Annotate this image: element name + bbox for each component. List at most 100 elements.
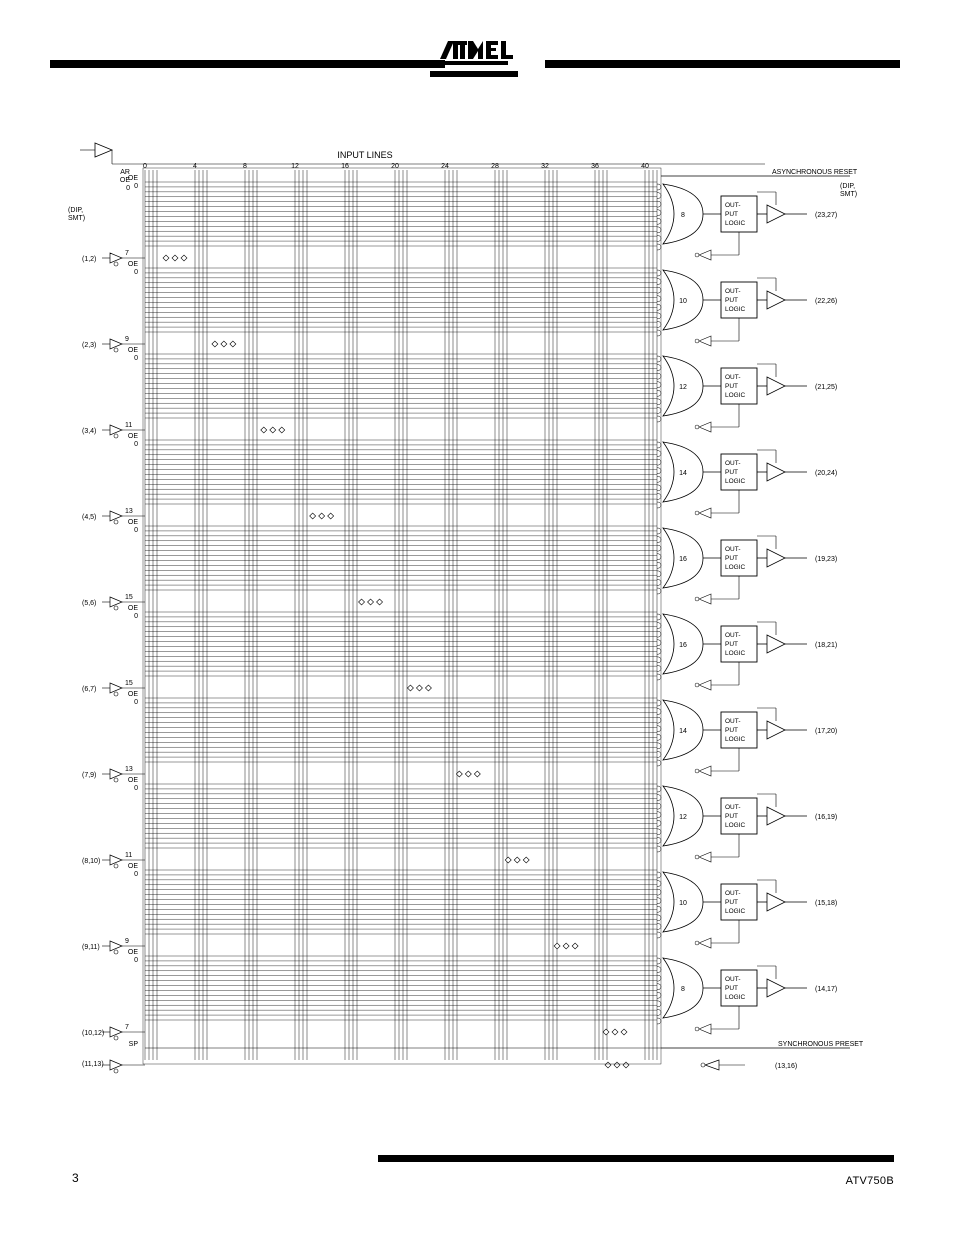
svg-text:PUT: PUT — [725, 555, 738, 562]
svg-text:15: 15 — [125, 594, 133, 601]
svg-text:(8,10): (8,10) — [82, 858, 100, 865]
svg-text:OE: OE — [128, 433, 138, 440]
svg-text:0: 0 — [134, 785, 138, 792]
header-bar-left — [50, 60, 445, 68]
svg-text:(21,25): (21,25) — [815, 384, 837, 391]
svg-text:SP: SP — [129, 1041, 139, 1048]
svg-text:10: 10 — [679, 900, 687, 907]
svg-text:(18,21): (18,21) — [815, 642, 837, 649]
svg-text:(20,24): (20,24) — [815, 470, 837, 477]
svg-text:11: 11 — [125, 852, 132, 859]
svg-text:PUT: PUT — [725, 383, 738, 390]
svg-text:(9,11): (9,11) — [82, 944, 100, 951]
svg-text:(DIP,: (DIP, — [68, 207, 83, 214]
svg-text:(1,2): (1,2) — [82, 256, 96, 263]
svg-text:OUT-: OUT- — [725, 374, 741, 381]
svg-text:(5,6): (5,6) — [82, 600, 96, 607]
svg-text:OE: OE — [128, 175, 138, 182]
svg-text:7: 7 — [125, 250, 129, 257]
svg-text:(15,18): (15,18) — [815, 900, 837, 907]
svg-text:12: 12 — [679, 814, 687, 821]
svg-text:0: 0 — [134, 527, 138, 534]
svg-text:PUT: PUT — [725, 727, 738, 734]
svg-text:(23,27): (23,27) — [815, 212, 837, 219]
svg-text:PUT: PUT — [725, 641, 738, 648]
page: INPUT LINES0481216202428323640AROE0(DIP,… — [0, 0, 954, 1235]
svg-text:OUT-: OUT- — [725, 288, 741, 295]
svg-text:SMT): SMT) — [840, 191, 857, 198]
pld-logic-diagram: INPUT LINES0481216202428323640AROE0(DIP,… — [60, 140, 890, 1110]
svg-text:(DIP,: (DIP, — [840, 183, 855, 190]
svg-text:14: 14 — [679, 728, 687, 735]
svg-text:20: 20 — [391, 163, 399, 170]
svg-text:(14,17): (14,17) — [815, 986, 837, 993]
svg-text:0: 0 — [134, 613, 138, 620]
svg-text:LOGIC: LOGIC — [725, 650, 746, 657]
svg-text:OUT-: OUT- — [725, 460, 741, 467]
svg-text:10: 10 — [679, 298, 687, 305]
svg-text:32: 32 — [541, 163, 549, 170]
svg-text:11: 11 — [125, 422, 132, 429]
svg-text:OUT-: OUT- — [725, 546, 741, 553]
svg-text:(2,3): (2,3) — [82, 342, 96, 349]
svg-text:OE: OE — [128, 605, 138, 612]
svg-text:SYNCHRONOUS PRESET: SYNCHRONOUS PRESET — [778, 1041, 864, 1048]
svg-text:(13,16): (13,16) — [775, 1063, 797, 1070]
svg-text:LOGIC: LOGIC — [725, 908, 746, 915]
svg-text:LOGIC: LOGIC — [725, 220, 746, 227]
svg-text:16: 16 — [679, 642, 687, 649]
svg-text:OE: OE — [128, 691, 138, 698]
svg-text:PUT: PUT — [725, 469, 738, 476]
svg-text:13: 13 — [125, 766, 133, 773]
svg-text:LOGIC: LOGIC — [725, 994, 746, 1001]
svg-text:0: 0 — [134, 441, 138, 448]
svg-text:OUT-: OUT- — [725, 718, 741, 725]
svg-text:OUT-: OUT- — [725, 890, 741, 897]
svg-text:0: 0 — [143, 163, 147, 170]
svg-text:7: 7 — [125, 1024, 129, 1031]
svg-text:PUT: PUT — [725, 297, 738, 304]
svg-text:LOGIC: LOGIC — [725, 478, 746, 485]
svg-text:16: 16 — [341, 163, 349, 170]
svg-text:0: 0 — [134, 957, 138, 964]
svg-text:(22,26): (22,26) — [815, 298, 837, 305]
svg-text:(16,19): (16,19) — [815, 814, 837, 821]
svg-text:(11,13): (11,13) — [82, 1061, 104, 1068]
svg-text:PUT: PUT — [725, 985, 738, 992]
svg-text:OE: OE — [128, 863, 138, 870]
svg-text:LOGIC: LOGIC — [725, 392, 746, 399]
svg-text:0: 0 — [134, 871, 138, 878]
svg-text:OE: OE — [128, 347, 138, 354]
svg-text:13: 13 — [125, 508, 133, 515]
svg-text:9: 9 — [125, 938, 129, 945]
svg-text:14: 14 — [679, 470, 687, 477]
svg-text:INPUT LINES: INPUT LINES — [337, 150, 392, 160]
svg-text:PUT: PUT — [725, 813, 738, 820]
svg-text:OUT-: OUT- — [725, 804, 741, 811]
svg-text:(6,7): (6,7) — [82, 686, 96, 693]
svg-text:(17,20): (17,20) — [815, 728, 837, 735]
svg-text:8: 8 — [681, 986, 685, 993]
svg-text:9: 9 — [125, 336, 129, 343]
svg-text:0: 0 — [134, 183, 138, 190]
svg-text:(19,23): (19,23) — [815, 556, 837, 563]
svg-text:SMT): SMT) — [68, 215, 85, 222]
svg-text:8: 8 — [243, 163, 247, 170]
svg-text:24: 24 — [441, 163, 449, 170]
svg-text:(3,4): (3,4) — [82, 428, 96, 435]
svg-text:36: 36 — [591, 163, 599, 170]
svg-text:0: 0 — [126, 185, 130, 192]
svg-text:(4,5): (4,5) — [82, 514, 96, 521]
header-bar-right — [545, 60, 900, 68]
svg-text:16: 16 — [679, 556, 687, 563]
svg-text:LOGIC: LOGIC — [725, 822, 746, 829]
svg-text:OUT-: OUT- — [725, 976, 741, 983]
svg-text:8: 8 — [681, 212, 685, 219]
svg-text:ASYNCHRONOUS RESET: ASYNCHRONOUS RESET — [772, 169, 858, 176]
page-number: 3 — [72, 1171, 79, 1185]
svg-text:LOGIC: LOGIC — [725, 564, 746, 571]
svg-text:PUT: PUT — [725, 211, 738, 218]
atmel-logo — [430, 39, 540, 86]
svg-text:0: 0 — [134, 699, 138, 706]
svg-text:OE: OE — [128, 949, 138, 956]
